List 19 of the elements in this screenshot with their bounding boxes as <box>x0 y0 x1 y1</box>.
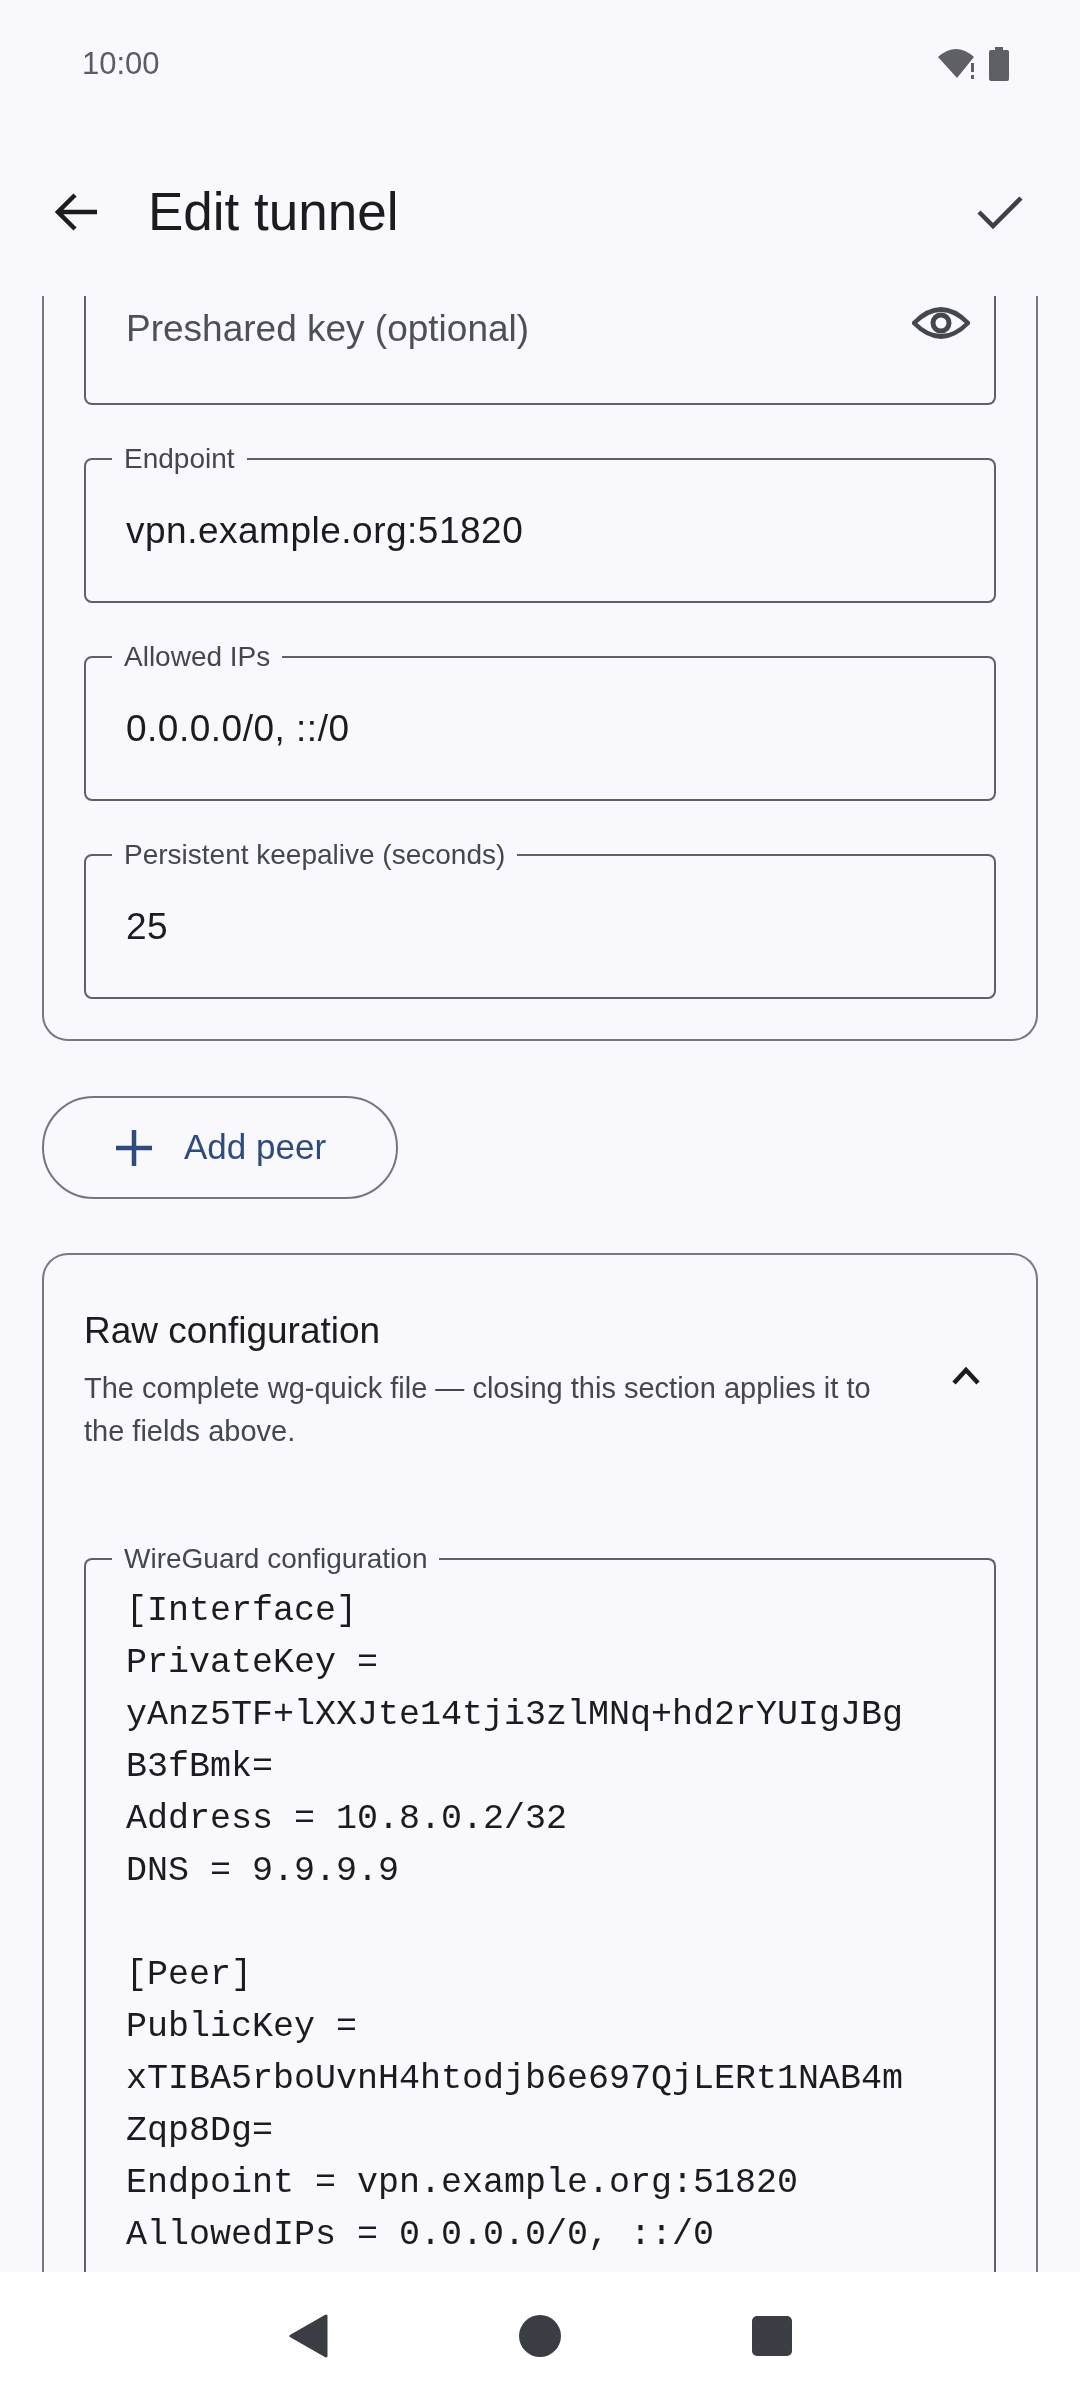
eye-icon[interactable] <box>912 304 970 342</box>
battery-icon <box>988 47 1010 81</box>
add-peer-button[interactable]: Add peer <box>42 1096 398 1199</box>
screen-title: Edit tunnel <box>148 181 400 244</box>
section-title: Raw configuration <box>84 1309 382 1353</box>
caret-up-icon <box>951 1366 981 1386</box>
status-time: 10:00 <box>82 44 160 83</box>
preshared-key-field[interactable]: Preshared key (optional) <box>84 296 996 405</box>
text-input[interactable]: vpn.example.org:51820 <box>126 475 954 587</box>
plus-icon <box>114 1127 154 1168</box>
check-icon <box>976 194 1024 230</box>
wifi-alert-icon <box>938 47 976 81</box>
back-arrow-icon <box>55 192 99 232</box>
home-circle-icon[interactable] <box>518 2314 562 2358</box>
preshared-key-input[interactable]: Preshared key (optional) <box>126 304 912 354</box>
section-description: The complete wg-quick file — closing this section applies it to the fields above. <box>84 1370 872 1449</box>
text-input[interactable]: 0.0.0.0/0, ::/0 <box>126 673 954 785</box>
back-triangle-icon[interactable] <box>288 2314 328 2358</box>
text-input[interactable]: 25 <box>126 871 954 983</box>
